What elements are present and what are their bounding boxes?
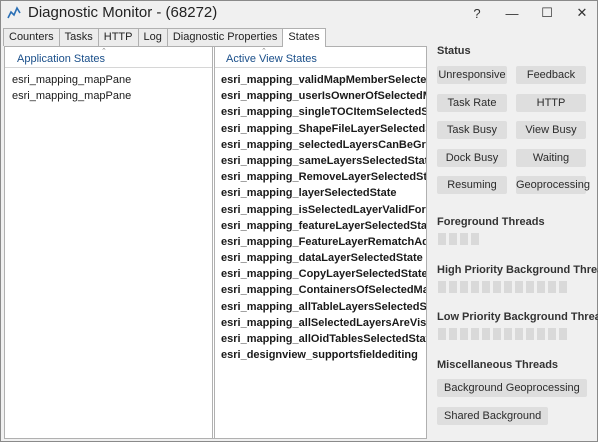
low-priority-thread-cell (460, 328, 468, 340)
low-priority-threads-title: Low Priority Background Threads (437, 311, 598, 323)
status-feedback-button[interactable]: Feedback (516, 66, 586, 84)
title-bar[interactable]: Diagnostic Monitor - (68272) ? — ☐ ✕ (1, 1, 597, 27)
help-button[interactable]: ? (459, 1, 495, 25)
tab-states[interactable]: States (282, 28, 326, 47)
active-view-state-item[interactable]: esri_mapping_ContainersOfSelectedMapM (215, 282, 426, 298)
low-priority-thread-cell (526, 328, 534, 340)
app-icon (7, 6, 21, 19)
active-view-state-item[interactable]: esri_mapping_ShapeFileLayerSelectedState (215, 121, 426, 137)
tab-strip: Counters Tasks HTTP Log Diagnostic Prope… (3, 28, 326, 47)
active-view-state-item[interactable]: esri_mapping_FeatureLayerRematchAddre (215, 234, 426, 250)
tab-diagnostic-properties[interactable]: Diagnostic Properties (166, 28, 284, 46)
high-priority-thread-cell (504, 281, 512, 293)
high-priority-thread-cell (438, 281, 446, 293)
active-view-state-item[interactable]: esri_mapping_allSelectedLayersAreVisible (215, 315, 426, 331)
status-http-button[interactable]: HTTP (516, 93, 586, 112)
high-priority-thread-cell (537, 281, 545, 293)
foreground-thread-cell (438, 233, 446, 245)
high-priority-thread-cell (449, 281, 457, 293)
maximize-button[interactable]: ☐ (529, 1, 565, 25)
tab-counters[interactable]: Counters (3, 28, 60, 46)
high-priority-thread-cell (493, 281, 501, 293)
active-view-state-item[interactable]: esri_mapping_layerSelectedState (215, 185, 426, 201)
high-priority-thread-cell (482, 281, 490, 293)
close-button[interactable]: ✕ (564, 1, 598, 25)
low-priority-thread-cell (504, 328, 512, 340)
background-geoprocessing-button[interactable]: Background Geoprocessing (437, 379, 587, 397)
low-priority-thread-cell (515, 328, 523, 340)
status-task-busy-button[interactable]: Task Busy (437, 121, 507, 139)
window-title: Diagnostic Monitor - (68272) (28, 4, 218, 21)
status-geoprocessing-button[interactable]: Geoprocessing (516, 176, 590, 194)
active-view-state-item[interactable]: esri_mapping_isSelectedLayerValidForFloo (215, 202, 426, 218)
diagnostic-monitor-window: Diagnostic Monitor - (68272) ? — ☐ ✕ Cou… (0, 0, 598, 442)
high-priority-thread-cell (548, 281, 556, 293)
low-priority-thread-cell (438, 328, 446, 340)
high-priority-threads-row (438, 281, 567, 293)
status-view-busy-button[interactable]: View Busy (516, 121, 586, 139)
status-title: Status (437, 45, 471, 57)
low-priority-thread-cell (482, 328, 490, 340)
foreground-thread-cell (449, 233, 457, 245)
application-states-list[interactable]: esri_mapping_mapPane esri_mapping_mapPane (5, 68, 212, 104)
status-panel: Status Unresponsive Feedback Task Rate HTTP… (429, 41, 598, 439)
active-view-state-item[interactable]: esri_mapping_featureLayerSelectedState (215, 218, 426, 234)
tab-tasks[interactable]: Tasks (58, 28, 99, 46)
status-dock-busy-button[interactable]: Dock Busy (437, 148, 507, 167)
status-task-rate-button[interactable]: Task Rate (437, 93, 507, 112)
active-view-states-list[interactable]: esri_mapping_validMapMemberSelectedSt esr… (215, 68, 426, 363)
high-priority-thread-cell (515, 281, 523, 293)
active-view-state-item[interactable]: esri_mapping_allOidTablesSelectedState (215, 331, 426, 347)
active-view-state-item[interactable]: esri_mapping_CopyLayerSelectedState (215, 266, 426, 282)
application-states-column: ⌃ Application States esri_mapping_mapPan… (5, 47, 213, 438)
high-priority-thread-cell (559, 281, 567, 293)
foreground-threads-row (438, 233, 479, 245)
active-view-state-item[interactable]: esri_mapping_RemoveLayerSelectedState (215, 169, 426, 185)
active-view-state-item[interactable]: esri_mapping_sameLayersSelectedState (215, 153, 426, 169)
foreground-thread-cell (471, 233, 479, 245)
high-priority-thread-cell (460, 281, 468, 293)
low-priority-thread-cell (449, 328, 457, 340)
active-view-state-item[interactable]: esri_mapping_singleTOCItemSelectedState (215, 104, 426, 120)
application-state-item[interactable]: esri_mapping_mapPane (5, 72, 212, 88)
low-priority-thread-cell (471, 328, 479, 340)
low-priority-thread-cell (559, 328, 567, 340)
misc-threads-title: Miscellaneous Threads (437, 359, 559, 371)
low-priority-thread-cell (548, 328, 556, 340)
minimize-button[interactable]: — (494, 1, 530, 25)
low-priority-thread-cell (537, 328, 545, 340)
foreground-thread-cell (460, 233, 468, 245)
tab-log[interactable]: Log (137, 28, 168, 46)
high-priority-thread-cell (526, 281, 534, 293)
foreground-threads-title: Foreground Threads (437, 216, 545, 228)
active-view-state-item[interactable]: esri_mapping_selectedLayersCanBeGroupe (215, 137, 426, 153)
states-panel: ⌃ Application States esri_mapping_mapPan… (4, 46, 427, 439)
status-unresponsive-button[interactable]: Unresponsive (437, 66, 507, 84)
application-states-header[interactable]: ⌃ Application States (5, 47, 212, 68)
status-resuming-button[interactable]: Resuming (437, 176, 507, 194)
shared-background-button[interactable]: Shared Background (437, 407, 549, 425)
tab-http[interactable]: HTTP (97, 28, 139, 46)
low-priority-thread-cell (493, 328, 501, 340)
active-view-states-header[interactable]: ⌃ Active View States (215, 47, 426, 68)
high-priority-threads-title: High Priority Background Threads (437, 264, 598, 276)
application-state-item[interactable]: esri_mapping_mapPane (5, 88, 212, 104)
active-view-states-column: ⌃ Active View States esri_mapping_validM… (214, 47, 426, 438)
active-view-state-item[interactable]: esri_mapping_allTableLayersSelectedState (215, 299, 426, 315)
low-priority-threads-row (438, 328, 567, 340)
high-priority-thread-cell (471, 281, 479, 293)
active-view-state-item[interactable]: esri_mapping_userIsOwnerOfSelectedMap (215, 88, 426, 104)
active-view-state-item[interactable]: esri_designview_supportsfieldediting (215, 347, 426, 363)
active-view-state-item[interactable]: esri_mapping_validMapMemberSelectedSt (215, 72, 426, 88)
status-waiting-button[interactable]: Waiting (516, 148, 586, 167)
active-view-state-item[interactable]: esri_mapping_dataLayerSelectedState (215, 250, 426, 266)
